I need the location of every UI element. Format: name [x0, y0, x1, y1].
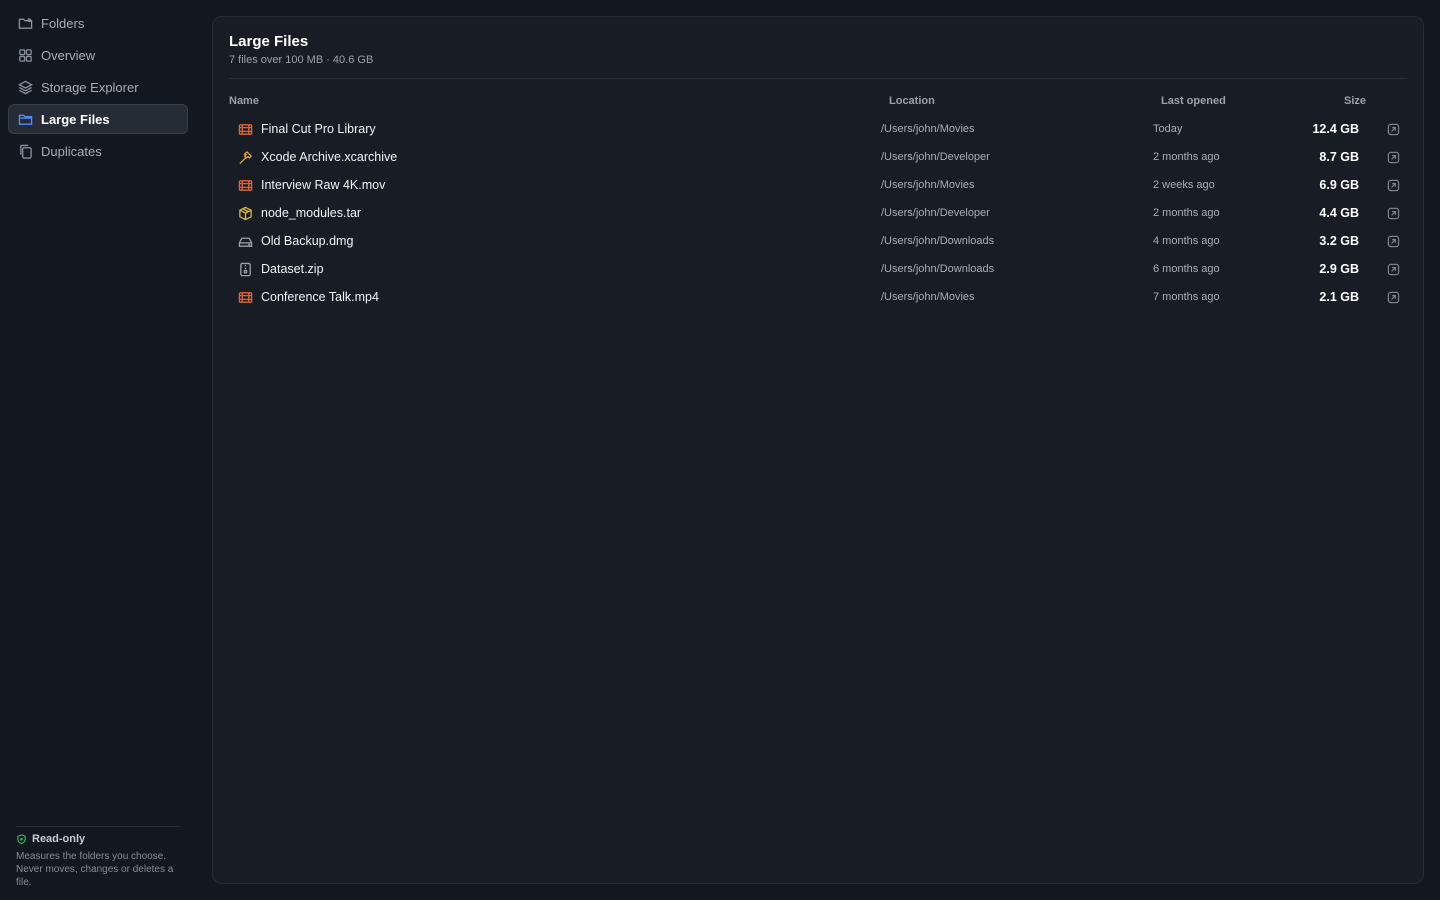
table-row[interactable]: Final Cut Pro Library /Users/john/Movies… — [229, 115, 1407, 143]
film-icon — [237, 283, 253, 311]
panel-header: Large Files 7 files over 100 MB · 40.6 G… — [229, 33, 1407, 79]
disk-icon — [237, 227, 253, 255]
readonly-description: Measures the folders you choose. Never m… — [16, 851, 174, 888]
sidebar-item-folders[interactable]: Folders — [8, 8, 188, 38]
file-location: /Users/john/Downloads — [881, 263, 995, 275]
sidebar-item-label: Large Files — [41, 111, 110, 127]
reveal-icon[interactable] — [1385, 199, 1401, 227]
table-row[interactable]: Old Backup.dmg /Users/john/Downloads 4 m… — [229, 227, 1407, 255]
file-size: 2.9 GB — [1319, 262, 1359, 276]
large-files-panel: Large Files 7 files over 100 MB · 40.6 G… — [212, 16, 1424, 884]
column-header-location[interactable]: Location — [889, 95, 935, 107]
film-icon — [237, 115, 253, 143]
grid-icon — [17, 47, 33, 63]
file-last-opened: 2 weeks ago — [1153, 179, 1215, 191]
file-size: 4.4 GB — [1319, 206, 1359, 220]
table-row[interactable]: Conference Talk.mp4 /Users/john/Movies 7… — [229, 283, 1407, 311]
film-icon — [237, 171, 253, 199]
sidebar: Folders Overview Storage Explorer Large … — [0, 0, 196, 900]
zip-icon — [237, 255, 253, 283]
sidebar-item-overview[interactable]: Overview — [8, 40, 188, 70]
table-row[interactable]: Interview Raw 4K.mov /Users/john/Movies … — [229, 171, 1407, 199]
file-last-opened: Today — [1153, 123, 1183, 135]
file-last-opened: 6 months ago — [1153, 263, 1220, 275]
file-location: /Users/john/Movies — [881, 179, 975, 191]
page-title: Large Files — [229, 33, 309, 50]
sidebar-item-label: Folders — [41, 15, 85, 31]
column-header-last-opened[interactable]: Last opened — [1161, 95, 1226, 107]
file-name: node_modules.tar — [261, 206, 362, 220]
hammer-icon — [237, 143, 253, 171]
table-header: Name Location Last opened Size — [229, 93, 1407, 111]
file-last-opened: 7 months ago — [1153, 291, 1220, 303]
package-icon — [237, 199, 253, 227]
file-size: 6.9 GB — [1319, 178, 1359, 192]
file-name: Interview Raw 4K.mov — [261, 178, 386, 192]
layers-icon — [17, 79, 33, 95]
copy-icon — [17, 143, 33, 159]
file-size: 3.2 GB — [1319, 234, 1359, 248]
table-row[interactable]: Dataset.zip /Users/john/Downloads 6 mont… — [229, 255, 1407, 283]
app-window: Folders Overview Storage Explorer Large … — [0, 0, 1440, 900]
file-size: 2.1 GB — [1319, 290, 1359, 304]
sidebar-item-duplicates[interactable]: Duplicates — [8, 136, 188, 166]
folder-icon — [17, 15, 33, 31]
reveal-icon[interactable] — [1385, 283, 1401, 311]
file-last-opened: 2 months ago — [1153, 151, 1220, 163]
file-location: /Users/john/Movies — [881, 291, 975, 303]
file-location: /Users/john/Developer — [881, 207, 990, 219]
sidebar-item-label: Overview — [41, 47, 96, 63]
shield-icon — [17, 833, 26, 844]
sidebar-footer: Read-only Measures the folders you choos… — [16, 826, 180, 889]
file-name: Xcode Archive.xcarchive — [261, 150, 398, 164]
table-row[interactable]: node_modules.tar /Users/john/Developer 2… — [229, 199, 1407, 227]
file-name: Conference Talk.mp4 — [261, 290, 379, 304]
file-last-opened: 2 months ago — [1153, 207, 1220, 219]
table-row[interactable]: Xcode Archive.xcarchive /Users/john/Deve… — [229, 143, 1407, 171]
reveal-icon[interactable] — [1385, 115, 1401, 143]
column-header-size[interactable]: Size — [1344, 95, 1366, 107]
reveal-icon[interactable] — [1385, 227, 1401, 255]
file-name: Final Cut Pro Library — [261, 122, 376, 136]
file-list: Final Cut Pro Library /Users/john/Movies… — [229, 115, 1407, 311]
page-subtitle: 7 files over 100 MB · 40.6 GB — [229, 54, 374, 66]
readonly-badge: Read-only — [16, 833, 180, 845]
sidebar-nav: Folders Overview Storage Explorer Large … — [8, 8, 188, 168]
file-name: Dataset.zip — [261, 262, 324, 276]
file-last-opened: 4 months ago — [1153, 235, 1220, 247]
sidebar-item-large-files[interactable]: Large Files — [8, 104, 188, 134]
sidebar-item-label: Storage Explorer — [41, 79, 139, 95]
sidebar-item-label: Duplicates — [41, 143, 102, 159]
file-location: /Users/john/Movies — [881, 123, 975, 135]
file-location: /Users/john/Downloads — [881, 235, 995, 247]
file-size: 12.4 GB — [1312, 122, 1359, 136]
file-location: /Users/john/Developer — [881, 151, 990, 163]
reveal-icon[interactable] — [1385, 255, 1401, 283]
reveal-icon[interactable] — [1385, 171, 1401, 199]
column-header-name[interactable]: Name — [229, 95, 259, 107]
reveal-icon[interactable] — [1385, 143, 1401, 171]
folder-icon — [17, 111, 33, 127]
file-size: 8.7 GB — [1319, 150, 1359, 164]
readonly-label: Read-only — [32, 833, 86, 845]
file-name: Old Backup.dmg — [261, 234, 354, 248]
sidebar-item-storage-explorer[interactable]: Storage Explorer — [8, 72, 188, 102]
